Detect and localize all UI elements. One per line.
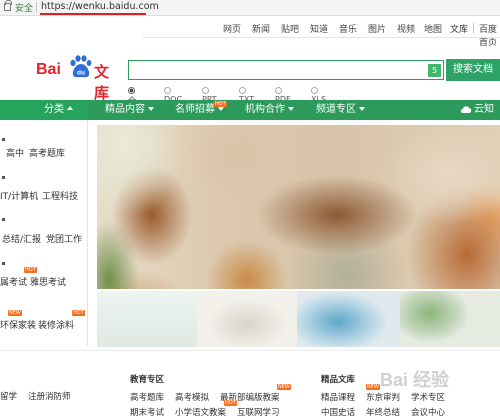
edu-link[interactable]: 期末考试	[130, 406, 164, 418]
filter-pdf[interactable]: PDF	[275, 86, 291, 104]
nav-link-video[interactable]: 视频	[397, 22, 415, 35]
sidebar-item-party-work[interactable]: 党团工作	[46, 232, 82, 245]
premium-link[interactable]: 会议中心	[411, 406, 445, 418]
sidebar-item-eco-decor[interactable]: 环保家装	[0, 318, 36, 331]
bullet-icon	[2, 218, 5, 221]
main-menu-bar: 分类 精品内容 名师招募 HOT 机构合作 频道专区 云知识	[0, 100, 500, 135]
address-separator	[36, 2, 37, 13]
promo-thumb[interactable]	[297, 291, 400, 347]
nav-link-zhidao[interactable]: 知道	[310, 22, 328, 35]
address-bar[interactable]: 安全 https://wenku.baidu.com	[0, 0, 500, 16]
bullet-icon	[2, 176, 5, 179]
tab-categories[interactable]: 分类	[0, 100, 88, 120]
radio-icon	[128, 87, 135, 94]
promo-thumb[interactable]	[400, 291, 500, 347]
hot-badge: HOT	[224, 400, 237, 406]
premium-link[interactable]: 东京审判	[366, 391, 400, 403]
lock-icon	[4, 0, 12, 11]
sidebar-item-exam[interactable]: 属考试	[0, 275, 27, 288]
radio-icon	[202, 87, 209, 94]
edu-link[interactable]: 高考题库	[130, 391, 164, 403]
nav-divider	[473, 23, 474, 33]
paw-icon: du	[70, 55, 92, 78]
hot-badge: HOT	[72, 310, 85, 316]
premium-section-title: 精品文库	[321, 375, 356, 385]
filter-xls[interactable]: XLS	[311, 86, 326, 104]
premium-link[interactable]: 学术专区	[411, 391, 445, 403]
hot-badge: HOT	[24, 267, 37, 273]
filter-all[interactable]: 全部	[128, 86, 137, 116]
caret-down-icon	[359, 107, 365, 111]
bullet-icon	[2, 138, 5, 141]
education-section-title: 教育专区	[130, 375, 165, 385]
nav-link-map[interactable]: 地图	[424, 22, 442, 35]
bullet-icon	[2, 262, 5, 265]
sidebar-item-gaokao[interactable]: 高考题库	[29, 146, 65, 159]
tab-channels[interactable]: 频道专区	[316, 100, 365, 120]
logo-text-wenku: 文库	[94, 63, 110, 102]
new-badge: NEW	[366, 384, 380, 390]
paw-text: du	[77, 70, 85, 77]
edu-link[interactable]: 互联网学习	[237, 406, 280, 418]
sidebar-item-paint[interactable]: 装修涂料	[38, 318, 74, 331]
sidebar-item-it[interactable]: IT/计算机	[0, 189, 38, 202]
link-study-abroad[interactable]: 留学	[0, 390, 17, 402]
premium-link[interactable]: 精品课程	[321, 391, 355, 403]
sidebar-item-summary[interactable]: 总结/汇报	[2, 232, 41, 245]
radio-icon	[239, 87, 246, 94]
premium-link[interactable]: 中国史话	[321, 406, 355, 418]
promo-thumb[interactable]	[197, 291, 297, 347]
search-input[interactable]: 5	[128, 60, 444, 80]
premium-link[interactable]: 年终总结	[366, 406, 400, 418]
promo-thumb[interactable]	[97, 291, 197, 347]
baidu-home-link[interactable]: 百度首页	[479, 22, 500, 48]
radio-icon	[275, 87, 282, 94]
section-divider	[0, 350, 500, 351]
caret-down-icon	[218, 107, 224, 111]
filter-doc[interactable]: DOC	[164, 86, 182, 104]
top-divider	[142, 37, 500, 38]
logo-text-bai: Bai	[36, 61, 61, 78]
caret-up-icon	[67, 106, 73, 110]
edu-link[interactable]: 高考模拟	[175, 391, 209, 403]
nav-link-news[interactable]: 新闻	[252, 22, 270, 35]
link-fire-engineer[interactable]: 注册消防师	[28, 390, 71, 402]
nav-link-music[interactable]: 音乐	[339, 22, 357, 35]
filter-txt[interactable]: TXT	[239, 86, 254, 104]
new-badge: NEW	[277, 384, 291, 390]
baidu-wenku-logo[interactable]: Bai du 文库	[36, 55, 122, 102]
sidebar-item-engineering[interactable]: 工程科技	[42, 189, 78, 202]
category-sidebar: 高中 高考题库 IT/计算机 工程科技 总结/汇报 党团工作 HOT 属考试 雅…	[0, 120, 88, 346]
tab-premium-content[interactable]: 精品内容	[105, 100, 154, 120]
caret-down-icon	[288, 107, 294, 111]
top-nav: 网页 新闻 贴吧 知道 音乐 图片 视频 地图 文库 百度首页	[0, 22, 500, 48]
promo-thumbnails	[97, 291, 500, 347]
radio-icon	[311, 87, 318, 94]
search-count-badge: 5	[428, 64, 441, 77]
nav-link-wenku[interactable]: 文库	[450, 22, 468, 35]
baidu-jingyan-watermark: Bai 经验	[380, 370, 450, 390]
url-text[interactable]: https://wenku.baidu.com	[41, 1, 159, 12]
sidebar-item-highschool[interactable]: 高中	[6, 146, 24, 159]
filter-ppt[interactable]: PPT	[202, 86, 217, 104]
tab-partnership[interactable]: 机构合作	[245, 100, 294, 120]
nav-link-images[interactable]: 图片	[368, 22, 386, 35]
security-label: 安全	[15, 4, 34, 14]
url-underline	[40, 13, 146, 15]
nav-link-web[interactable]: 网页	[223, 22, 241, 35]
edu-link[interactable]: 小学语文教案	[175, 406, 226, 418]
tab-cloud-knowledge[interactable]: 云知识	[474, 100, 500, 135]
radio-icon	[164, 87, 171, 94]
nav-link-tieba[interactable]: 贴吧	[281, 22, 299, 35]
search-button[interactable]: 搜索文档	[446, 59, 500, 81]
hot-badge: HOT	[214, 101, 227, 107]
sidebar-item-ielts[interactable]: 雅思考试	[30, 275, 66, 288]
caret-down-icon	[148, 107, 154, 111]
cloud-icon	[460, 106, 472, 113]
hero-banner[interactable]	[97, 125, 500, 289]
new-badge: NEW	[8, 310, 22, 316]
